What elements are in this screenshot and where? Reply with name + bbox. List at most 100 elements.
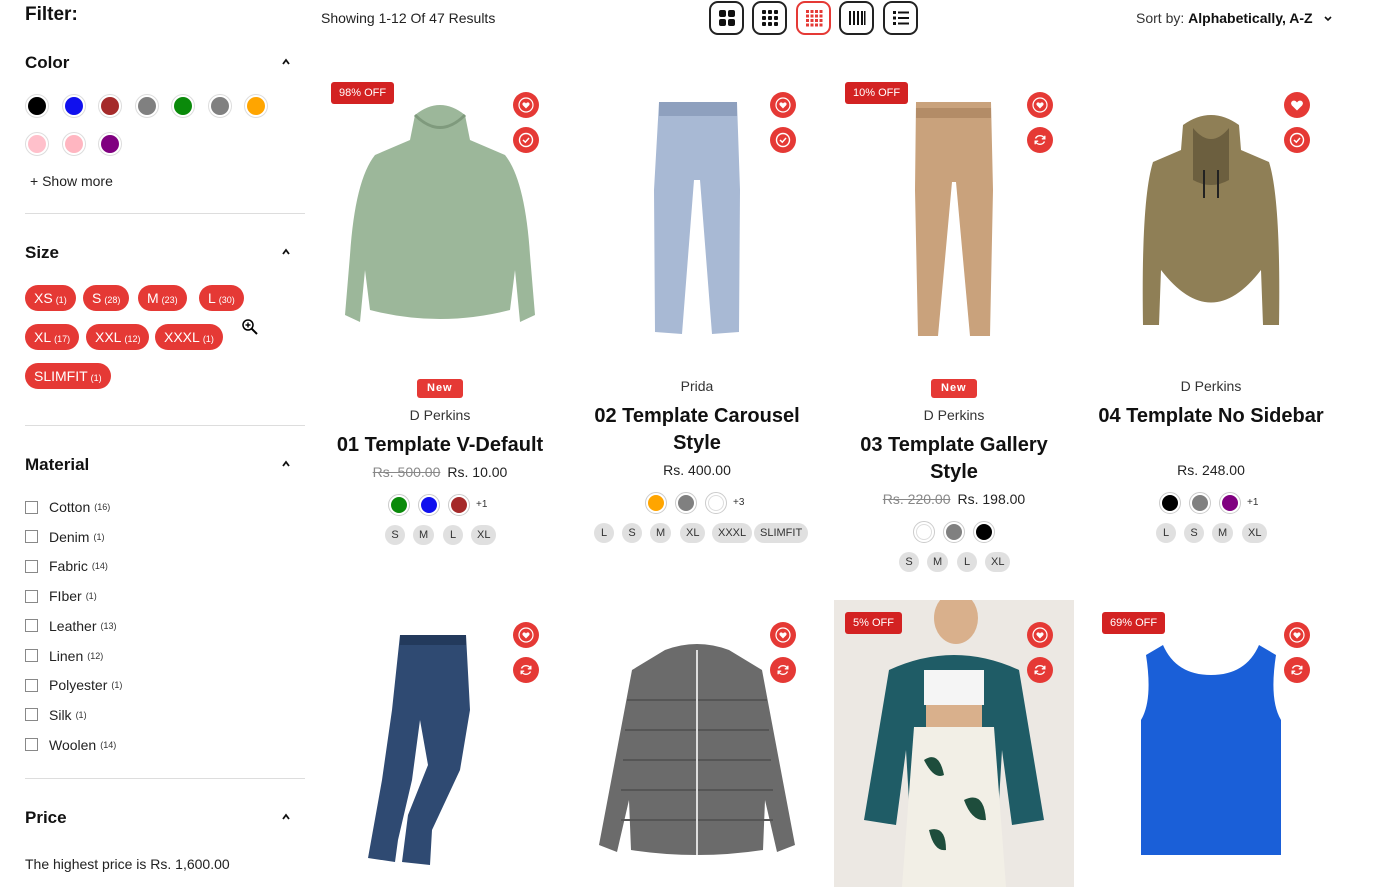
product-size-chip[interactable]: XL (1242, 523, 1268, 543)
product-size-chip[interactable]: S (385, 525, 405, 545)
size-filter-pill[interactable]: SLIMFIT (1) (25, 363, 111, 389)
product-size-chip[interactable]: S (622, 523, 642, 543)
product-size-chip[interactable]: S (899, 552, 919, 572)
size-filter-pill[interactable]: M (23) (138, 285, 187, 311)
compare-button[interactable] (513, 127, 539, 153)
product-title[interactable]: 03 Template Gallery Style (834, 432, 1074, 486)
size-filter-header[interactable]: Size (25, 243, 305, 265)
product-color-dot (708, 495, 724, 511)
color-swatch[interactable] (62, 132, 86, 156)
wishlist-button[interactable] (513, 622, 539, 648)
material-checkbox[interactable] (25, 589, 38, 603)
product-size-chip[interactable]: XL (680, 523, 706, 543)
price-filter-header[interactable]: Price (25, 808, 305, 830)
product-color-swatch[interactable] (705, 492, 727, 514)
sort-dropdown[interactable]: Sort by: Alphabetically, A-Z (1136, 10, 1333, 26)
material-checkbox[interactable] (25, 559, 38, 573)
material-filter-header[interactable]: Material (25, 455, 305, 477)
compare-button[interactable] (770, 657, 796, 683)
product-title[interactable]: 01 Template V-Default (320, 432, 560, 459)
material-checkbox[interactable] (25, 708, 38, 722)
size-filter-pill[interactable]: XL (17) (25, 324, 80, 350)
material-checkbox[interactable] (25, 738, 38, 752)
product-title[interactable]: 04 Template No Sidebar (1091, 403, 1331, 430)
view-grid-3-button[interactable] (752, 1, 787, 35)
size-filter-pill[interactable]: XXXL (1) (155, 324, 223, 350)
color-swatch[interactable] (98, 94, 122, 118)
material-option[interactable]: Silk (1) (25, 705, 87, 725)
material-option[interactable]: Polyester (1) (25, 675, 122, 695)
material-option[interactable]: FIber (1) (25, 586, 97, 606)
product-size-chip[interactable]: L (1156, 523, 1176, 543)
size-filter-pill[interactable]: XXL (12) (86, 324, 150, 350)
product-color-swatch[interactable] (973, 521, 995, 543)
size-filter-pill[interactable]: L (30) (199, 285, 244, 311)
discount-badge: 69% OFF (1102, 612, 1166, 634)
product-size-chip[interactable]: M (650, 523, 672, 543)
compare-button[interactable] (513, 657, 539, 683)
material-checkbox[interactable] (25, 678, 38, 692)
chevron-up-icon (282, 248, 290, 255)
color-swatch[interactable] (25, 132, 49, 156)
product-color-swatch[interactable] (645, 492, 667, 514)
compare-button[interactable] (1027, 127, 1053, 153)
material-checkbox[interactable] (25, 530, 38, 544)
product-title[interactable]: 02 Template Carousel Style (577, 403, 817, 457)
color-swatch[interactable] (135, 94, 159, 118)
product-size-chip[interactable]: SLIMFIT (754, 523, 809, 543)
size-filter-pill[interactable]: S (28) (83, 285, 130, 311)
wishlist-button[interactable] (1284, 622, 1310, 648)
product-size-chip[interactable]: L (594, 523, 614, 543)
material-checkbox[interactable] (25, 619, 38, 633)
material-checkbox[interactable] (25, 500, 38, 514)
product-color-swatch[interactable] (1189, 492, 1211, 514)
color-swatch[interactable] (171, 94, 195, 118)
color-filter-header[interactable]: Color (25, 53, 305, 75)
product-color-swatch[interactable] (675, 492, 697, 514)
compare-button[interactable] (1027, 657, 1053, 683)
view-grid-5-button[interactable] (839, 1, 874, 35)
wishlist-button[interactable] (513, 92, 539, 118)
view-grid-4-button[interactable] (796, 1, 831, 35)
product-color-swatch[interactable] (913, 521, 935, 543)
view-list-button[interactable] (883, 1, 918, 35)
material-option[interactable]: Woolen (14) (25, 735, 116, 755)
color-swatch[interactable] (208, 94, 232, 118)
color-swatch[interactable] (244, 94, 268, 118)
product-size-chip[interactable]: S (1184, 523, 1204, 543)
wishlist-button[interactable] (770, 92, 796, 118)
product-color-swatch[interactable] (1219, 492, 1241, 514)
color-swatch[interactable] (25, 94, 49, 118)
material-checkbox[interactable] (25, 649, 38, 662)
material-option[interactable]: Denim (1) (25, 527, 104, 547)
material-option[interactable]: Leather (13) (25, 616, 117, 636)
material-option[interactable]: Linen (12) (25, 646, 103, 666)
product-size-chip[interactable]: XL (471, 525, 497, 545)
product-size-chip[interactable]: L (443, 525, 463, 545)
size-filter-pill[interactable]: XS (1) (25, 285, 76, 311)
product-color-swatch[interactable] (418, 494, 440, 516)
product-size-chip[interactable]: M (1212, 523, 1234, 543)
show-more-colors-link[interactable]: + Show more (30, 173, 113, 189)
product-color-swatch[interactable] (448, 494, 470, 516)
product-size-chip[interactable]: M (927, 552, 949, 572)
product-size-chip[interactable]: M (413, 525, 435, 545)
wishlist-button[interactable] (1027, 622, 1053, 648)
product-size-chip[interactable]: XXXL (712, 523, 753, 543)
material-option[interactable]: Fabric (14) (25, 556, 108, 576)
wishlist-button[interactable] (770, 622, 796, 648)
product-color-swatch[interactable] (388, 494, 410, 516)
compare-button[interactable] (1284, 127, 1310, 153)
compare-button[interactable] (1284, 657, 1310, 683)
wishlist-button[interactable] (1027, 92, 1053, 118)
compare-button[interactable] (770, 127, 796, 153)
color-swatch[interactable] (98, 132, 122, 156)
material-option[interactable]: Cotton (16) (25, 497, 110, 517)
product-color-swatch[interactable] (1159, 492, 1181, 514)
product-size-chip[interactable]: L (957, 552, 977, 572)
product-size-chip[interactable]: XL (985, 552, 1011, 572)
view-grid-2-button[interactable] (709, 1, 744, 35)
product-color-swatch[interactable] (943, 521, 965, 543)
wishlist-button[interactable] (1284, 92, 1310, 118)
color-swatch[interactable] (62, 94, 86, 118)
